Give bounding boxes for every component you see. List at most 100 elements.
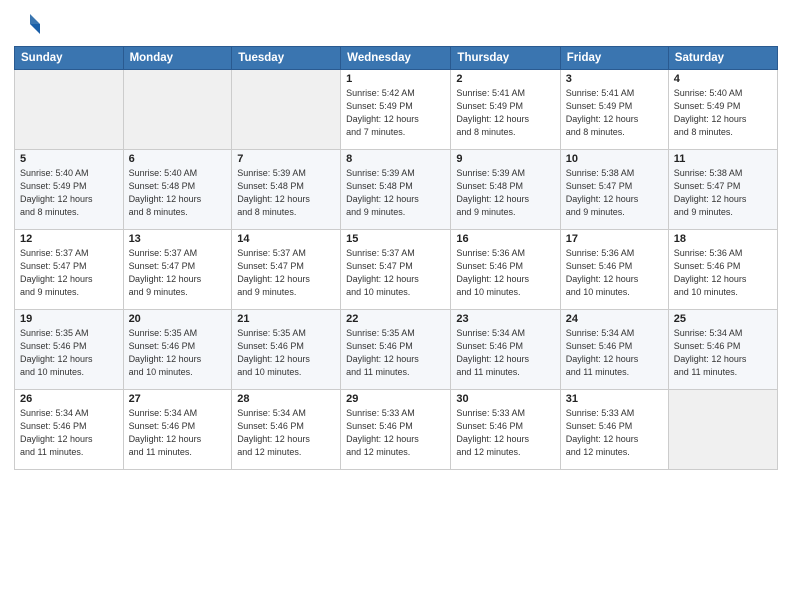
- day-number: 27: [129, 393, 227, 405]
- calendar-cell: 4 Sunrise: 5:40 AM Sunset: 5:49 PM Daylig…: [668, 70, 777, 150]
- calendar-cell: 28Sunrise: 5:34 AM Sunset: 5:46 PM Dayli…: [232, 390, 341, 470]
- col-header-friday: Friday: [560, 47, 668, 70]
- day-number: 16: [456, 233, 554, 245]
- day-info: Sunrise: 5:37 AM Sunset: 5:47 PM Dayligh…: [237, 247, 335, 299]
- day-number: 3: [566, 73, 663, 85]
- day-info: Sunrise: 5:34 AM Sunset: 5:46 PM Dayligh…: [566, 327, 663, 379]
- day-number: 5: [20, 153, 118, 165]
- day-number: 21: [237, 313, 335, 325]
- day-number: 28: [237, 393, 335, 405]
- calendar-cell: 21 Sunrise: 5:35 AM Sunset: 5:46 PM Dayli…: [232, 310, 341, 390]
- day-info: Sunrise: 5:36 AM Sunset: 5:46 PM Dayligh…: [566, 247, 663, 299]
- calendar-cell: 12Sunrise: 5:37 AM Sunset: 5:47 PM Dayli…: [15, 230, 124, 310]
- calendar-header-row: SundayMondayTuesdayWednesdayThursdayFrid…: [15, 47, 778, 70]
- col-header-tuesday: Tuesday: [232, 47, 341, 70]
- calendar-cell: 5 Sunrise: 5:40 AM Sunset: 5:49 PM Daylig…: [15, 150, 124, 230]
- day-info: Sunrise: 5:39 AM Sunset: 5:48 PM Dayligh…: [346, 167, 445, 219]
- day-number: 24: [566, 313, 663, 325]
- day-info: Sunrise: 5:35 AM Sunset: 5:46 PM Dayligh…: [129, 327, 227, 379]
- calendar-cell: 30 Sunrise: 5:33 AM Sunset: 5:46 PM Dayli…: [451, 390, 560, 470]
- calendar-cell: 29Sunrise: 5:33 AM Sunset: 5:46 PM Dayli…: [341, 390, 451, 470]
- day-info: Sunrise: 5:38 AM Sunset: 5:47 PM Dayligh…: [566, 167, 663, 219]
- day-number: 25: [674, 313, 772, 325]
- day-info: Sunrise: 5:36 AM Sunset: 5:46 PM Dayligh…: [674, 247, 772, 299]
- calendar-cell: 15 Sunrise: 5:37 AM Sunset: 5:47 PM Dayli…: [341, 230, 451, 310]
- calendar-week-row: 19Sunrise: 5:35 AM Sunset: 5:46 PM Dayli…: [15, 310, 778, 390]
- day-number: 22: [346, 313, 445, 325]
- calendar-week-row: 1Sunrise: 5:42 AM Sunset: 5:49 PM Daylig…: [15, 70, 778, 150]
- logo: [14, 10, 46, 38]
- day-number: 31: [566, 393, 663, 405]
- day-info: Sunrise: 5:39 AM Sunset: 5:48 PM Dayligh…: [456, 167, 554, 219]
- calendar-cell: 19Sunrise: 5:35 AM Sunset: 5:46 PM Dayli…: [15, 310, 124, 390]
- logo-icon: [14, 10, 42, 38]
- day-number: 6: [129, 153, 227, 165]
- day-info: Sunrise: 5:35 AM Sunset: 5:46 PM Dayligh…: [237, 327, 335, 379]
- day-info: Sunrise: 5:36 AM Sunset: 5:46 PM Dayligh…: [456, 247, 554, 299]
- col-header-monday: Monday: [123, 47, 232, 70]
- calendar-cell: 23Sunrise: 5:34 AM Sunset: 5:46 PM Dayli…: [451, 310, 560, 390]
- day-number: 1: [346, 73, 445, 85]
- calendar-cell: 27 Sunrise: 5:34 AM Sunset: 5:46 PM Dayli…: [123, 390, 232, 470]
- day-info: Sunrise: 5:40 AM Sunset: 5:49 PM Dayligh…: [674, 87, 772, 139]
- calendar-cell: 6Sunrise: 5:40 AM Sunset: 5:48 PM Daylig…: [123, 150, 232, 230]
- day-number: 30: [456, 393, 554, 405]
- day-info: Sunrise: 5:37 AM Sunset: 5:47 PM Dayligh…: [129, 247, 227, 299]
- header: [14, 10, 778, 38]
- day-info: Sunrise: 5:41 AM Sunset: 5:49 PM Dayligh…: [456, 87, 554, 139]
- calendar-cell: 24 Sunrise: 5:34 AM Sunset: 5:46 PM Dayli…: [560, 310, 668, 390]
- col-header-thursday: Thursday: [451, 47, 560, 70]
- day-info: Sunrise: 5:35 AM Sunset: 5:46 PM Dayligh…: [20, 327, 118, 379]
- calendar-cell: 14 Sunrise: 5:37 AM Sunset: 5:47 PM Dayli…: [232, 230, 341, 310]
- calendar-week-row: 12Sunrise: 5:37 AM Sunset: 5:47 PM Dayli…: [15, 230, 778, 310]
- calendar-cell: [668, 390, 777, 470]
- calendar-cell: [15, 70, 124, 150]
- day-number: 9: [456, 153, 554, 165]
- calendar-cell: 20 Sunrise: 5:35 AM Sunset: 5:46 PM Dayli…: [123, 310, 232, 390]
- day-number: 15: [346, 233, 445, 245]
- day-number: 7: [237, 153, 335, 165]
- day-number: 17: [566, 233, 663, 245]
- day-info: Sunrise: 5:37 AM Sunset: 5:47 PM Dayligh…: [20, 247, 118, 299]
- calendar-cell: 26 Sunrise: 5:34 AM Sunset: 5:46 PM Dayli…: [15, 390, 124, 470]
- calendar-cell: [232, 70, 341, 150]
- calendar-cell: 13Sunrise: 5:37 AM Sunset: 5:47 PM Dayli…: [123, 230, 232, 310]
- day-number: 20: [129, 313, 227, 325]
- day-info: Sunrise: 5:34 AM Sunset: 5:46 PM Dayligh…: [456, 327, 554, 379]
- day-info: Sunrise: 5:38 AM Sunset: 5:47 PM Dayligh…: [674, 167, 772, 219]
- calendar-cell: 17 Sunrise: 5:36 AM Sunset: 5:46 PM Dayli…: [560, 230, 668, 310]
- calendar-cell: 16 Sunrise: 5:36 AM Sunset: 5:46 PM Dayli…: [451, 230, 560, 310]
- calendar-week-row: 26 Sunrise: 5:34 AM Sunset: 5:46 PM Dayli…: [15, 390, 778, 470]
- day-info: Sunrise: 5:40 AM Sunset: 5:49 PM Dayligh…: [20, 167, 118, 219]
- day-number: 26: [20, 393, 118, 405]
- col-header-sunday: Sunday: [15, 47, 124, 70]
- calendar-cell: [123, 70, 232, 150]
- calendar-cell: 3 Sunrise: 5:41 AM Sunset: 5:49 PM Daylig…: [560, 70, 668, 150]
- calendar-cell: 18 Sunrise: 5:36 AM Sunset: 5:46 PM Dayli…: [668, 230, 777, 310]
- day-number: 10: [566, 153, 663, 165]
- calendar-cell: 7 Sunrise: 5:39 AM Sunset: 5:48 PM Daylig…: [232, 150, 341, 230]
- day-number: 8: [346, 153, 445, 165]
- day-number: 14: [237, 233, 335, 245]
- day-number: 11: [674, 153, 772, 165]
- day-info: Sunrise: 5:35 AM Sunset: 5:46 PM Dayligh…: [346, 327, 445, 379]
- day-info: Sunrise: 5:39 AM Sunset: 5:48 PM Dayligh…: [237, 167, 335, 219]
- day-info: Sunrise: 5:34 AM Sunset: 5:46 PM Dayligh…: [129, 407, 227, 459]
- day-number: 4: [674, 73, 772, 85]
- calendar-cell: 25 Sunrise: 5:34 AM Sunset: 5:46 PM Dayli…: [668, 310, 777, 390]
- day-info: Sunrise: 5:41 AM Sunset: 5:49 PM Dayligh…: [566, 87, 663, 139]
- day-number: 2: [456, 73, 554, 85]
- day-info: Sunrise: 5:34 AM Sunset: 5:46 PM Dayligh…: [20, 407, 118, 459]
- day-number: 18: [674, 233, 772, 245]
- calendar-week-row: 5 Sunrise: 5:40 AM Sunset: 5:49 PM Daylig…: [15, 150, 778, 230]
- calendar-table: SundayMondayTuesdayWednesdayThursdayFrid…: [14, 46, 778, 470]
- day-info: Sunrise: 5:33 AM Sunset: 5:46 PM Dayligh…: [566, 407, 663, 459]
- calendar-cell: 31 Sunrise: 5:33 AM Sunset: 5:46 PM Dayli…: [560, 390, 668, 470]
- day-info: Sunrise: 5:33 AM Sunset: 5:46 PM Dayligh…: [346, 407, 445, 459]
- calendar-cell: 2 Sunrise: 5:41 AM Sunset: 5:49 PM Daylig…: [451, 70, 560, 150]
- day-info: Sunrise: 5:34 AM Sunset: 5:46 PM Dayligh…: [674, 327, 772, 379]
- day-info: Sunrise: 5:33 AM Sunset: 5:46 PM Dayligh…: [456, 407, 554, 459]
- day-info: Sunrise: 5:37 AM Sunset: 5:47 PM Dayligh…: [346, 247, 445, 299]
- calendar-cell: 11 Sunrise: 5:38 AM Sunset: 5:47 PM Dayli…: [668, 150, 777, 230]
- calendar-cell: 8 Sunrise: 5:39 AM Sunset: 5:48 PM Daylig…: [341, 150, 451, 230]
